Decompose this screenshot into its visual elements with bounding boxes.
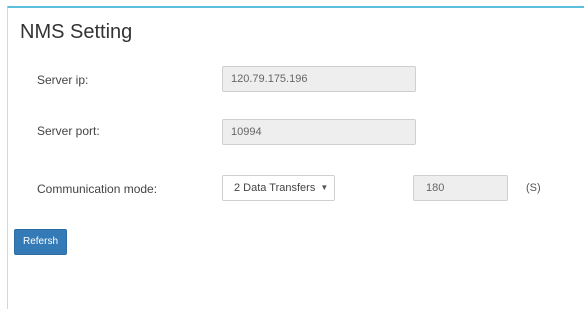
communication-mode-selected: 2 Data Transfers — [234, 182, 316, 194]
refresh-button[interactable]: Refersh — [14, 229, 67, 255]
server-port-field[interactable]: 10994 — [222, 119, 416, 145]
server-ip-field[interactable]: 120.79.175.196 — [222, 66, 416, 92]
interval-field[interactable]: 180 — [413, 175, 508, 201]
nms-setting-panel: NMS Setting Server ip: 120.79.175.196 Se… — [7, 6, 584, 309]
server-port-label: Server port: — [37, 124, 100, 138]
interval-unit: (S) — [526, 182, 541, 194]
communication-mode-select[interactable]: 2 Data Transfers ▼ — [222, 175, 335, 201]
communication-mode-label: Communication mode: — [37, 182, 158, 196]
server-ip-label: Server ip: — [37, 73, 89, 87]
chevron-down-icon: ▼ — [320, 183, 329, 192]
page-title: NMS Setting — [20, 21, 133, 43]
